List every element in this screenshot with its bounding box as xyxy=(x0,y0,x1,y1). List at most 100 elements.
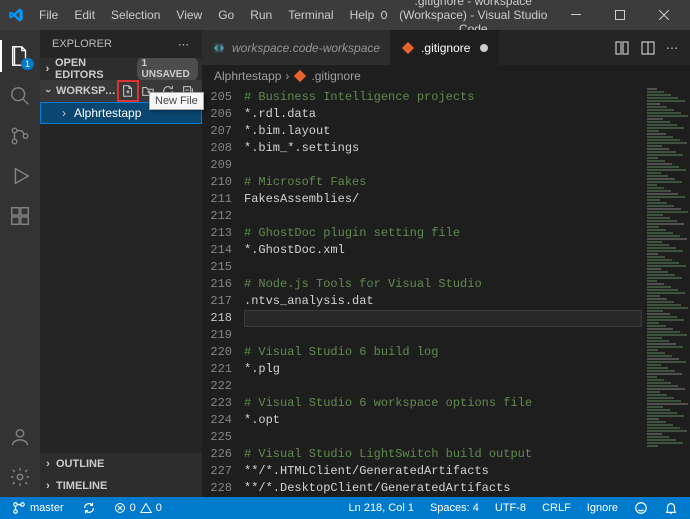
menu-run[interactable]: Run xyxy=(243,4,279,26)
sidebar-more-icon[interactable]: ⋯ xyxy=(178,38,190,51)
titlebar: File Edit Selection View Go Run Terminal… xyxy=(0,0,690,30)
menubar: File Edit Selection View Go Run Terminal… xyxy=(32,4,381,26)
menu-file[interactable]: File xyxy=(32,4,65,26)
code-line[interactable]: # Visual Studio LightSwitch build output xyxy=(244,446,642,463)
sidebar-title-label: EXPLORER xyxy=(52,38,112,50)
outline-section[interactable]: › OUTLINE xyxy=(40,453,202,475)
activity-settings[interactable] xyxy=(0,457,40,497)
code-line[interactable]: *.bim_*.settings xyxy=(244,140,642,157)
chevron-down-icon: › xyxy=(42,85,54,97)
maximize-button[interactable] xyxy=(598,0,642,30)
gitignore-icon xyxy=(293,69,307,83)
open-editors-section[interactable]: › OPEN EDITORS 1 UNSAVED xyxy=(40,58,202,80)
menu-terminal[interactable]: Terminal xyxy=(281,4,340,26)
code-line[interactable]: **/*.HTMLClient/GeneratedArtifacts xyxy=(244,463,642,480)
code-line[interactable]: *.GhostDoc.xml xyxy=(244,242,642,259)
tab-workspace-code[interactable]: workspace.code-workspace xyxy=(202,30,391,65)
activity-scm[interactable] xyxy=(0,116,40,156)
menu-edit[interactable]: Edit xyxy=(67,4,102,26)
status-sync[interactable] xyxy=(78,501,100,515)
code-line[interactable]: # Node.js Tools for Visual Studio xyxy=(244,276,642,293)
activity-extensions[interactable] xyxy=(0,196,40,236)
chevron-right-icon: › xyxy=(42,458,54,470)
menu-go[interactable]: Go xyxy=(211,4,241,26)
code-line[interactable]: *.opt xyxy=(244,412,642,429)
code-line[interactable]: # Business Intelligence projects xyxy=(244,89,642,106)
workspace-label: WORKSPACE (WORKS... xyxy=(56,85,116,97)
timeline-label: TIMELINE xyxy=(56,480,107,492)
code-line[interactable]: *.plg xyxy=(244,361,642,378)
status-branch[interactable]: master xyxy=(8,501,68,515)
code-line[interactable] xyxy=(244,259,642,276)
code-line[interactable]: # Visual Studio 6 workspace options file xyxy=(244,395,642,412)
code-line[interactable]: .ntvs_analysis.dat xyxy=(244,293,642,310)
status-eol[interactable]: CRLF xyxy=(538,501,575,515)
folder-label: Alphrtestapp xyxy=(74,106,141,120)
statusbar: master 0 0 Ln 218, Col 1 Spaces: 4 UTF-8… xyxy=(0,497,690,519)
status-feedback-icon[interactable] xyxy=(630,501,652,515)
unsaved-badge: 1 UNSAVED xyxy=(137,58,198,80)
minimap[interactable] xyxy=(642,87,690,497)
status-bell-icon[interactable] xyxy=(660,501,682,515)
timeline-section[interactable]: › TIMELINE xyxy=(40,475,202,497)
code-line[interactable]: # GhostDoc plugin setting file xyxy=(244,225,642,242)
editor-area: workspace.code-workspace .gitignore ⋯ Al… xyxy=(202,30,690,497)
activity-explorer[interactable]: 1 xyxy=(0,36,40,76)
code-line[interactable]: # Visual Studio 6 build log xyxy=(244,344,642,361)
activity-account[interactable] xyxy=(0,417,40,457)
menu-selection[interactable]: Selection xyxy=(104,4,167,26)
compare-changes-icon[interactable] xyxy=(614,40,630,56)
dirty-indicator-icon xyxy=(381,11,386,19)
breadcrumb-segment[interactable]: .gitignore xyxy=(311,69,360,83)
status-problems[interactable]: 0 0 xyxy=(110,502,166,514)
code-line[interactable] xyxy=(244,327,642,344)
status-ln-col[interactable]: Ln 218, Col 1 xyxy=(345,501,418,515)
code-line[interactable] xyxy=(244,429,642,446)
code-line[interactable]: # Microsoft Fakes xyxy=(244,174,642,191)
activity-search[interactable] xyxy=(0,76,40,116)
tab-gitignore[interactable]: .gitignore xyxy=(391,30,499,65)
code-content[interactable]: # Business Intelligence projects*.rdl.da… xyxy=(244,87,642,497)
code-workspace-icon xyxy=(212,41,226,55)
new-file-button[interactable] xyxy=(118,81,138,101)
code-line[interactable]: FakesAssemblies/ xyxy=(244,191,642,208)
code-line[interactable]: *.rdl.data xyxy=(244,106,642,123)
line-gutter: 2052062072082092102112122132142152162172… xyxy=(202,87,244,497)
chevron-right-icon: › xyxy=(42,63,53,75)
activity-debug[interactable] xyxy=(0,156,40,196)
activitybar: 1 xyxy=(0,30,40,497)
menu-view[interactable]: View xyxy=(169,4,209,26)
status-language[interactable]: Ignore xyxy=(583,501,622,515)
editor-scroll[interactable]: 2052062072082092102112122132142152162172… xyxy=(202,87,690,497)
code-line[interactable]: **/*.DesktopClient/GeneratedArtifacts xyxy=(244,480,642,497)
tabs-bar: workspace.code-workspace .gitignore ⋯ xyxy=(202,30,690,65)
breadcrumbs[interactable]: Alphrtestapp › .gitignore xyxy=(202,65,690,87)
tab-label: workspace.code-workspace xyxy=(232,41,380,55)
minimize-button[interactable] xyxy=(554,0,598,30)
status-branch-label: master xyxy=(30,502,64,514)
split-editor-icon[interactable] xyxy=(640,40,656,56)
code-line[interactable] xyxy=(244,378,642,395)
status-errors: 0 xyxy=(130,502,136,514)
more-actions-icon[interactable]: ⋯ xyxy=(666,41,680,55)
chevron-right-icon: › xyxy=(58,106,70,120)
vscode-logo-icon xyxy=(8,7,24,23)
status-spaces[interactable]: Spaces: 4 xyxy=(426,501,483,515)
chevron-right-icon: › xyxy=(42,480,54,492)
code-line[interactable] xyxy=(244,310,642,327)
tooltip-new-file: New File xyxy=(149,92,204,110)
close-button[interactable] xyxy=(642,0,686,30)
menu-help[interactable]: Help xyxy=(343,4,382,26)
window-controls xyxy=(554,0,686,30)
code-line[interactable] xyxy=(244,208,642,225)
explorer-badge: 1 xyxy=(21,58,34,70)
dirty-dot-icon xyxy=(480,44,488,52)
gitignore-icon xyxy=(401,41,415,55)
code-line[interactable]: *.bim.layout xyxy=(244,123,642,140)
chevron-right-icon: › xyxy=(285,69,289,83)
status-encoding[interactable]: UTF-8 xyxy=(491,501,530,515)
breadcrumb-segment[interactable]: Alphrtestapp xyxy=(214,69,281,83)
code-line[interactable] xyxy=(244,157,642,174)
status-warnings: 0 xyxy=(156,502,162,514)
open-editors-label: OPEN EDITORS xyxy=(55,58,131,80)
